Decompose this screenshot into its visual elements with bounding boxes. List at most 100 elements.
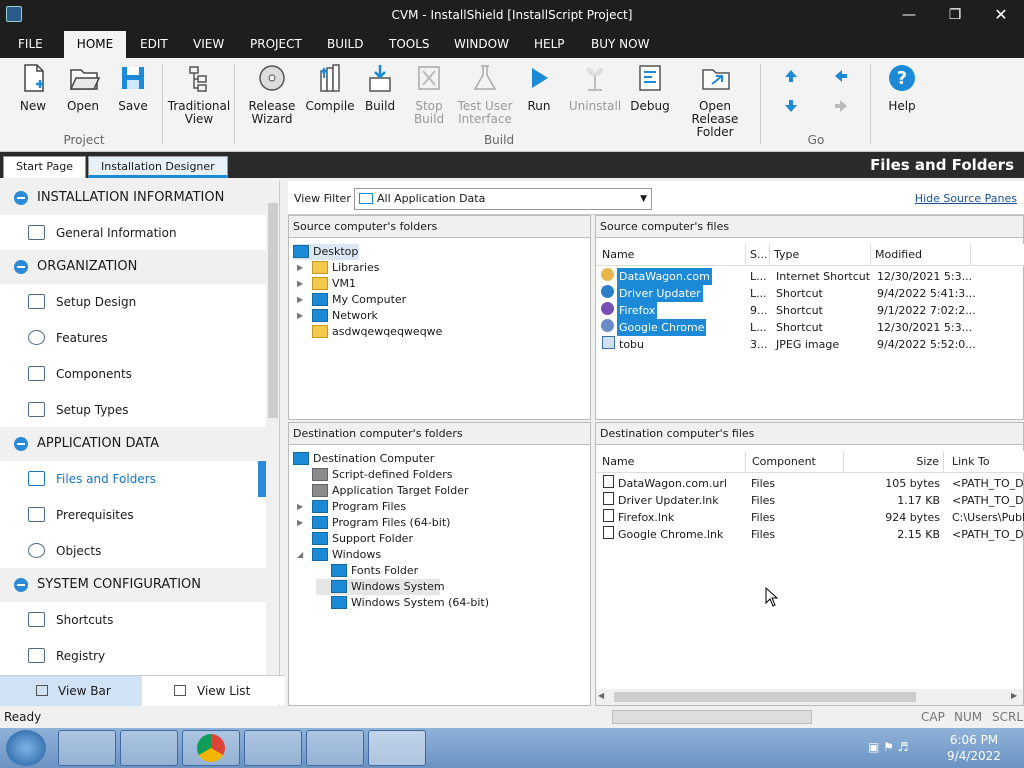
nav-setup-design[interactable]: Setup Design	[0, 284, 266, 320]
hide-source-panes-link[interactable]: Hide Source Panes	[915, 192, 1017, 205]
column-size[interactable]: Size	[844, 451, 944, 473]
file-modified: 9/1/2022 7:02:2...	[877, 304, 976, 317]
restore-icon[interactable]: ❐	[940, 4, 970, 26]
nav-prerequisites[interactable]: Prerequisites	[0, 497, 266, 533]
traditional-view-button[interactable]: Traditional View	[166, 62, 232, 126]
go-down-arrow-icon[interactable]	[783, 98, 799, 114]
stop-build-button[interactable]: Stop Build	[408, 62, 450, 126]
test-ui-label-1: Test User	[457, 99, 513, 113]
taskbar-file-explorer-icon[interactable]	[58, 730, 116, 766]
category-organization[interactable]: ORGANIZATION	[0, 250, 266, 284]
window-icon	[28, 225, 45, 240]
network-icon	[312, 309, 328, 322]
compile-button[interactable]: Compile	[305, 62, 355, 113]
tree-label: Support Folder	[332, 532, 413, 545]
taskbar-installshield-icon[interactable]	[368, 730, 426, 766]
open-button[interactable]: Open	[64, 62, 102, 113]
file-row[interactable]: Google Chrome L... Shortcut 12/30/2021 5:3.…	[596, 319, 1023, 336]
go-forward-arrow-icon[interactable]	[833, 98, 849, 114]
view-filter-dropdown[interactable]: All Application Data ▼	[354, 188, 652, 210]
close-icon[interactable]: ✕	[986, 4, 1016, 26]
features-pie-icon	[28, 330, 45, 345]
taskbar-media-player-icon[interactable]	[120, 730, 178, 766]
file-row[interactable]: Google Chrome.lnk Files 2.15 KB <PATH_TO_DE	[596, 526, 1024, 543]
category-application-data[interactable]: APPLICATION DATA	[0, 427, 266, 461]
menu-tools[interactable]: TOOLS	[383, 31, 436, 58]
nav-general-information[interactable]: General Information	[0, 215, 266, 251]
column-name[interactable]: Name	[598, 451, 746, 473]
taskbar-chrome-icon[interactable]	[182, 730, 240, 766]
tree-item-windows-system[interactable]: Windows System	[316, 579, 445, 595]
folder-icon	[331, 596, 347, 609]
nav-files-and-folders[interactable]: Files and Folders	[0, 461, 266, 497]
firefox-icon	[601, 302, 614, 315]
menu-file[interactable]: FILE	[12, 31, 49, 58]
tree-label: Application Target Folder	[332, 484, 469, 497]
scroll-left-icon[interactable]: ◀	[598, 691, 604, 700]
menu-help[interactable]: HELP	[528, 31, 571, 58]
help-button[interactable]: ? Help	[882, 62, 922, 113]
column-modified[interactable]: Modified	[871, 244, 971, 266]
menu-build[interactable]: BUILD	[321, 31, 369, 58]
column-component[interactable]: Component	[748, 451, 844, 473]
menu-buy-now[interactable]: BUY NOW	[585, 31, 655, 58]
tab-installation-designer[interactable]: Installation Designer	[88, 156, 228, 178]
category-installation-information[interactable]: INSTALLATION INFORMATION	[0, 181, 266, 215]
taskbar-7zip-icon[interactable]	[244, 730, 302, 766]
nav-features[interactable]: Features	[0, 320, 266, 356]
file-row[interactable]: Driver Updater L... Shortcut 9/4/2022 5:41:…	[596, 285, 1023, 302]
menu-view[interactable]: VIEW	[187, 31, 230, 58]
column-size[interactable]: S...	[746, 244, 770, 266]
menu-home[interactable]: HOME	[64, 31, 126, 58]
go-up-arrow-icon[interactable]	[783, 68, 799, 84]
open-release-folder-button[interactable]: Open Release Folder	[676, 62, 754, 139]
release-wizard-button[interactable]: Release Wizard	[244, 62, 300, 126]
taskbar-clock[interactable]: 6:06 PM 9/4/2022	[932, 732, 1016, 764]
nav-setup-types[interactable]: Setup Types	[0, 392, 266, 428]
uninstall-button[interactable]: Uninstall	[566, 62, 624, 113]
system-tray-icons[interactable]: ▣ ⚑ ♬	[868, 740, 923, 756]
category-system-configuration[interactable]: SYSTEM CONFIGURATION	[0, 568, 266, 602]
horizontal-scrollbar[interactable]: ◀ ▶	[596, 689, 1023, 705]
menu-window[interactable]: WINDOW	[448, 31, 515, 58]
file-row[interactable]: Firefox.lnk Files 924 bytes C:\Users\Publ	[596, 509, 1024, 526]
column-type[interactable]: Type	[770, 244, 871, 266]
nav-objects[interactable]: Objects	[0, 533, 266, 569]
save-button[interactable]: Save	[115, 62, 151, 113]
new-button[interactable]: New	[14, 62, 52, 113]
debug-button[interactable]: Debug	[628, 62, 672, 113]
menu-edit[interactable]: EDIT	[134, 31, 174, 58]
run-button[interactable]: Run	[522, 62, 556, 113]
open-release-folder-icon	[700, 62, 730, 94]
horizontal-scroll-thumb[interactable]	[614, 692, 916, 702]
nav-registry[interactable]: Registry	[0, 638, 266, 674]
nav-label: Setup Types	[56, 403, 129, 417]
file-row[interactable]: Driver Updater.lnk Files 1.17 KB <PATH_TO_D…	[596, 492, 1024, 509]
go-back-arrow-icon[interactable]	[833, 68, 849, 84]
file-row[interactable]: tobu 3... JPEG image 9/4/2022 5:52:0...	[596, 336, 1023, 353]
file-name: Firefox.lnk	[618, 511, 675, 524]
test-user-interface-button[interactable]: Test User Interface	[456, 62, 514, 126]
scroll-right-icon[interactable]: ▶	[1011, 691, 1017, 700]
taskbar-command-prompt-icon[interactable]	[306, 730, 364, 766]
column-name[interactable]: Name	[598, 244, 746, 266]
ribbon-separator	[234, 64, 235, 144]
view-list-button[interactable]: View List	[142, 676, 285, 706]
ribbon-group-build: Build	[483, 133, 515, 147]
sidebar-scrollbar[interactable]	[266, 181, 279, 675]
tree-item-desktop[interactable]: Desktop	[293, 244, 359, 260]
file-row[interactable]: Firefox 9... Shortcut 9/1/2022 7:02:2...	[596, 302, 1023, 319]
nav-components[interactable]: Components	[0, 356, 266, 392]
minimize-icon[interactable]: —	[894, 4, 924, 26]
nav-shortcuts[interactable]: Shortcuts	[0, 602, 266, 638]
build-button[interactable]: Build	[361, 62, 399, 113]
file-modified: 12/30/2021 5:3...	[877, 270, 973, 283]
file-row[interactable]: DataWagon.com L... Internet Shortcut 12/30/…	[596, 268, 1023, 285]
sidebar-scroll-thumb[interactable]	[268, 203, 278, 418]
tab-start-page[interactable]: Start Page	[3, 156, 86, 178]
menu-project[interactable]: PROJECT	[244, 31, 308, 58]
start-button-icon[interactable]	[6, 730, 46, 766]
view-bar-button[interactable]: View Bar	[0, 676, 142, 706]
file-row[interactable]: DataWagon.com.url Files 105 bytes <PATH_TO_…	[596, 475, 1024, 492]
column-link-to[interactable]: Link To	[948, 451, 1024, 473]
